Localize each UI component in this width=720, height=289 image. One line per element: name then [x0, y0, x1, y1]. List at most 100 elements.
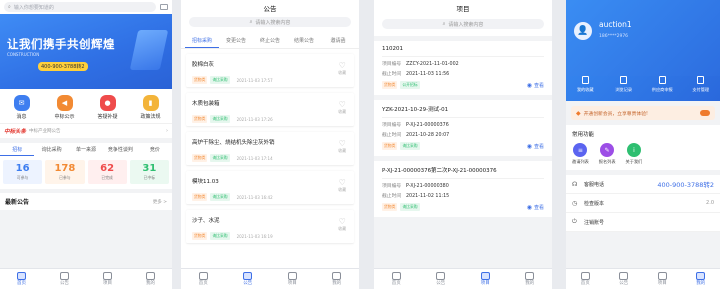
menu-history[interactable]: 浏览记录: [605, 76, 644, 93]
menu-label: 我的收藏: [576, 87, 594, 92]
quick-action-messages[interactable]: ✉ 消息: [0, 95, 43, 120]
nav-announcements[interactable]: 公告: [43, 269, 86, 289]
nav-announcements[interactable]: 公告: [605, 269, 644, 289]
nav-projects[interactable]: 项目: [643, 269, 682, 289]
stat-joined[interactable]: 178 已参与: [45, 160, 85, 184]
func-about[interactable]: i 关于我们: [626, 143, 642, 165]
favorite-button[interactable]: ♡ 收藏: [338, 62, 346, 76]
menu-payment[interactable]: 支付管理: [682, 76, 720, 93]
favorite-button[interactable]: ♡ 收藏: [338, 179, 346, 193]
search-input[interactable]: ⌕ 请输入搜索内容: [382, 19, 544, 29]
common-functions: 常用功能 ≡ 邀请列表 ✎ 报名列表 i 关于我们: [566, 125, 720, 170]
more-link[interactable]: 更多 >: [153, 199, 167, 205]
list-item[interactable]: 木质包装箱 货物类 询比采购 2021-11-03 17:26 ♡ 收藏: [186, 93, 354, 127]
favorites-icon: [581, 76, 589, 84]
nav-profile[interactable]: 我的: [682, 269, 720, 289]
stat-available[interactable]: 16 可参与: [3, 160, 43, 184]
search-input[interactable]: ⌕ 请输入搜索内容: [189, 17, 351, 27]
field-label: 项目编号: [382, 62, 402, 67]
nav-home[interactable]: 首页: [374, 269, 419, 289]
func-registrations[interactable]: ✎ 报名列表: [599, 143, 616, 165]
tab-single-source[interactable]: 单一来源: [69, 146, 103, 156]
nav-announcements[interactable]: 公告: [226, 269, 271, 289]
search-input[interactable]: ⌕ 输入你想要知道的: [4, 2, 156, 12]
list-item-check-version[interactable]: ◷ 检查版本 2.0: [566, 194, 720, 213]
nav-profile[interactable]: 我的: [508, 269, 553, 289]
nav-home[interactable]: 首页: [566, 269, 605, 289]
view-button[interactable]: ◉ 查看: [527, 204, 544, 211]
banner-graphic: [129, 30, 169, 70]
project-card[interactable]: YZK-2021-10-29-测试-01 项目编号 P-XJ-21-0000037…: [374, 100, 552, 156]
tab-result[interactable]: 结果公告: [287, 37, 321, 48]
list-item[interactable]: 高炉干除尘、烧结机头除尘灰外销 货物类 询比采购 2021-11-03 17:1…: [186, 132, 354, 166]
nav-profile[interactable]: 我的: [315, 269, 360, 289]
stat-label: 已完成: [101, 175, 113, 180]
banner-subtitle: CONSTRUCTION: [7, 52, 40, 57]
favorite-button[interactable]: ♡ 收藏: [338, 101, 346, 115]
list-item[interactable]: 胶棉白灰 货物类 询比采购 2021-11-03 17:57 ♡ 收藏: [186, 54, 354, 88]
method-tag: 公开招标: [400, 81, 420, 89]
nav-projects[interactable]: 项目: [270, 269, 315, 289]
card-footer: 货物类 公开招标 ◉ 查看: [382, 81, 544, 89]
list-item[interactable]: 沙子、水泥 货物类 询比采购 2021-11-03 16:19 ♡ 收藏: [186, 210, 354, 244]
stat-completed[interactable]: 62 已完成: [87, 160, 127, 184]
quick-action-policy[interactable]: ▮ 政策法规: [129, 95, 172, 120]
project-card[interactable]: 110201 项目编号 ZZCY-2021-11-01-002 截止时间 2021-…: [374, 41, 552, 95]
favorite-label: 收藏: [338, 187, 346, 192]
nav-home[interactable]: 首页: [181, 269, 226, 289]
project-icon: [287, 272, 297, 280]
quick-action-label: 消息: [16, 114, 27, 120]
nav-label: 公告: [436, 281, 446, 286]
avatar[interactable]: 👤: [574, 22, 592, 40]
promo-banner[interactable]: 让我们携手共创辉煌 CONSTRUCTION 400-900-3788转2: [0, 14, 172, 89]
list-item-deactivate[interactable]: ⏻ 注销账号: [566, 213, 720, 232]
favorite-button[interactable]: ♡ 收藏: [338, 218, 346, 232]
nav-home[interactable]: 首页: [0, 269, 43, 289]
announcement-date: 2021-11-03 17:14: [236, 155, 273, 161]
vip-button[interactable]: [700, 110, 710, 116]
heart-icon: ♡: [338, 100, 346, 109]
tab-bidding[interactable]: 招标: [0, 146, 35, 156]
method-tag: 询比采购: [210, 115, 230, 123]
nav-label: 我的: [696, 281, 706, 286]
quick-action-award[interactable]: ◀ 中标公示: [43, 95, 86, 120]
list-item[interactable]: 模块11.03 货物类 询比采购 2021-11-03 16:42 ♡ 收藏: [186, 171, 354, 205]
menu-supplier-apply[interactable]: 供应商申报: [643, 76, 682, 93]
home-icon: [198, 272, 208, 280]
nav-profile[interactable]: 我的: [129, 269, 172, 289]
nav-projects[interactable]: 项目: [463, 269, 508, 289]
nav-projects[interactable]: 项目: [86, 269, 129, 289]
quick-action-qa[interactable]: ● 答疑补疑: [86, 95, 129, 120]
favorite-button[interactable]: ♡ 收藏: [338, 140, 346, 154]
nav-announcements[interactable]: 公告: [419, 269, 464, 289]
announcement-title: 胶棉白灰: [192, 62, 215, 68]
announcement-title: 高炉干除尘、烧结机头除尘灰外销: [192, 140, 275, 146]
stat-label: 可参与: [16, 175, 29, 180]
deadline-row: 截止时间 2021-11-02 11:15: [382, 192, 544, 202]
func-invitations[interactable]: ≡ 邀请列表: [572, 143, 589, 165]
announcement-icon: [436, 272, 446, 280]
tab-termination[interactable]: 终止公告: [253, 37, 287, 48]
chevron-right-icon: ›: [166, 128, 168, 134]
tab-auction[interactable]: 竞价: [138, 146, 172, 156]
message-icon[interactable]: [160, 4, 168, 10]
tab-inquiry[interactable]: 询比采购: [34, 146, 68, 156]
project-title: 110201: [382, 46, 544, 57]
tab-invitation[interactable]: 邀请函: [321, 37, 355, 48]
list-item-service-phone[interactable]: ☊ 客服电话 400-900-3788转2: [566, 175, 720, 194]
vip-banner[interactable]: ◆ 开通创新会员，立享尊贵体验!: [571, 106, 715, 120]
tab-change[interactable]: 变更公告: [219, 37, 253, 48]
project-card[interactable]: P-XJ-21-00000376第二次P-XJ-21-00000376 项目编号…: [374, 161, 552, 217]
project-title: P-XJ-21-00000376第二次P-XJ-21-00000376: [382, 166, 544, 179]
projects-screen: 项目 ⌕ 请输入搜索内容 110201 项目编号 ZZCY-2021-11-01-…: [374, 0, 552, 289]
view-button[interactable]: ◉ 查看: [527, 143, 544, 150]
power-icon: ⏻: [572, 218, 577, 225]
announcement-meta: 货物类 询比采购 2021-11-03 16:42: [192, 193, 273, 201]
nav-label: 首页: [391, 281, 401, 286]
stat-won[interactable]: 31 已中标: [129, 160, 169, 184]
tab-negotiation[interactable]: 竞争性谈判: [103, 146, 137, 156]
view-button[interactable]: ◉ 查看: [527, 82, 544, 89]
menu-favorites[interactable]: 我的收藏: [566, 76, 605, 93]
tab-procurement[interactable]: 招标采购: [185, 37, 219, 48]
news-ticker[interactable]: 中标头条 中标产业网公告 ›: [0, 123, 172, 138]
